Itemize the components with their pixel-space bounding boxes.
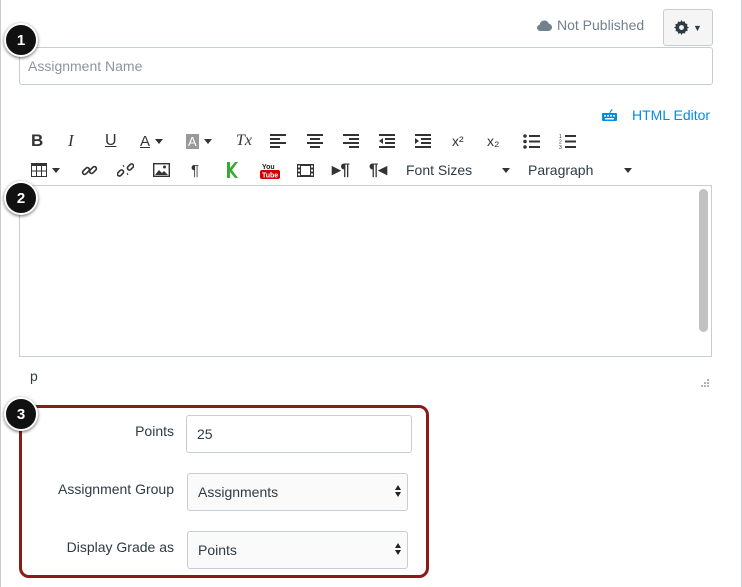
svg-text:3: 3 [559,145,562,149]
kaltura-icon [227,162,238,178]
align-center-button[interactable] [307,129,323,153]
points-label: Points [135,423,174,439]
background-color-button[interactable]: A [186,129,212,153]
unlink-button[interactable] [117,158,134,182]
outdent-button[interactable] [379,129,395,153]
text-color-icon: A [140,132,151,150]
pilcrow-button[interactable]: ¶ [191,158,199,182]
indent-button[interactable] [415,129,431,153]
editor-toolbar-row-2: ¶ You Tube ▸¶ ¶◂ Font Sizes Paragraph [0,158,742,182]
chevron-down-icon [155,138,164,144]
font-sizes-dropdown[interactable]: Font Sizes [406,158,472,182]
clear-formatting-icon: Tx [236,132,252,149]
display-grade-label: Display Grade as [66,539,174,555]
align-right-button[interactable] [343,129,359,153]
assignment-group-select[interactable]: Assignments [187,473,408,511]
cloud-icon [537,20,552,31]
chevron-down-icon [52,167,60,173]
media-button[interactable] [297,158,314,182]
table-button[interactable] [31,158,60,182]
italic-button[interactable]: I [68,129,74,153]
editor-scrollbar-thumb[interactable] [699,189,708,332]
paragraph-dropdown[interactable]: Paragraph [528,158,593,182]
publish-status[interactable]: Not Published [537,17,644,33]
align-left-button[interactable] [270,129,286,153]
ltr-icon: ▸¶ [332,160,350,179]
paragraph-label: Paragraph [528,162,594,178]
editor-toolbar-row-1: B I U A A Tx x² x₂ 123 [0,129,742,153]
pilcrow-icon: ¶ [191,161,200,179]
gear-icon [674,20,690,35]
image-button[interactable] [153,158,170,182]
font-sizes-label: Font Sizes [406,162,473,178]
numbered-list-icon: 123 [559,134,576,149]
table-icon [31,163,47,177]
link-icon [81,165,98,175]
resize-handle-icon[interactable] [699,379,709,389]
publish-status-label: Not Published [557,17,645,33]
display-grade-select[interactable]: Points [187,531,408,569]
rich-text-editor[interactable] [19,185,712,357]
bullet-list-button[interactable] [523,129,540,153]
chevron-down-icon [624,168,632,173]
points-input[interactable] [186,415,412,453]
html-editor-link[interactable]: HTML Editor [601,107,710,123]
background-color-icon: A [186,133,199,149]
chevron-down-icon [502,168,510,173]
display-grade-value: Points [198,542,237,558]
marker-2: 2 [4,181,38,215]
editor-scrollbar[interactable] [699,189,708,334]
select-arrows-icon [395,485,401,497]
assignment-name-input[interactable] [19,47,713,85]
numbered-list-button[interactable]: 123 [559,129,576,153]
kaltura-button[interactable] [226,158,238,182]
bold-button[interactable]: B [31,129,43,153]
align-right-icon [343,134,359,148]
youtube-button[interactable]: You Tube [260,158,280,182]
marker-3: 3 [4,397,38,431]
outdent-icon [379,134,395,148]
html-editor-label: HTML Editor [632,107,711,123]
marker-1: 1 [4,23,38,57]
keyboard-icon [602,108,617,121]
chevron-down-icon [203,138,212,144]
clear-formatting-button[interactable]: Tx [236,129,252,153]
bullet-list-icon [523,133,540,149]
youtube-icon: YouTube [260,164,280,179]
film-icon [297,163,314,177]
svg-text:Tube: Tube [262,172,278,179]
chevron-down-icon: ▼ [693,22,702,33]
superscript-button[interactable]: x² [452,129,464,153]
subscript-icon: x₂ [487,133,500,149]
align-center-icon [307,134,323,148]
editor-element-path[interactable]: p [30,368,38,384]
indent-icon [415,134,431,148]
superscript-icon: x² [452,133,464,149]
rtl-icon: ¶◂ [369,160,387,179]
svg-text:You: You [262,164,275,171]
rtl-button[interactable]: ¶◂ [369,158,387,182]
subscript-button[interactable]: x₂ [487,129,499,153]
unlink-icon [117,162,134,177]
underline-button[interactable]: U [105,129,117,153]
select-arrows-icon [395,543,401,555]
assignment-group-value: Assignments [198,484,279,500]
align-left-icon [270,134,286,148]
text-color-button[interactable]: A [140,129,164,153]
link-button[interactable] [81,158,98,182]
assignment-group-label: Assignment Group [58,481,174,497]
image-icon [153,163,170,177]
settings-menu-button[interactable]: ▼ [663,9,713,46]
ltr-button[interactable]: ▸¶ [332,158,350,182]
